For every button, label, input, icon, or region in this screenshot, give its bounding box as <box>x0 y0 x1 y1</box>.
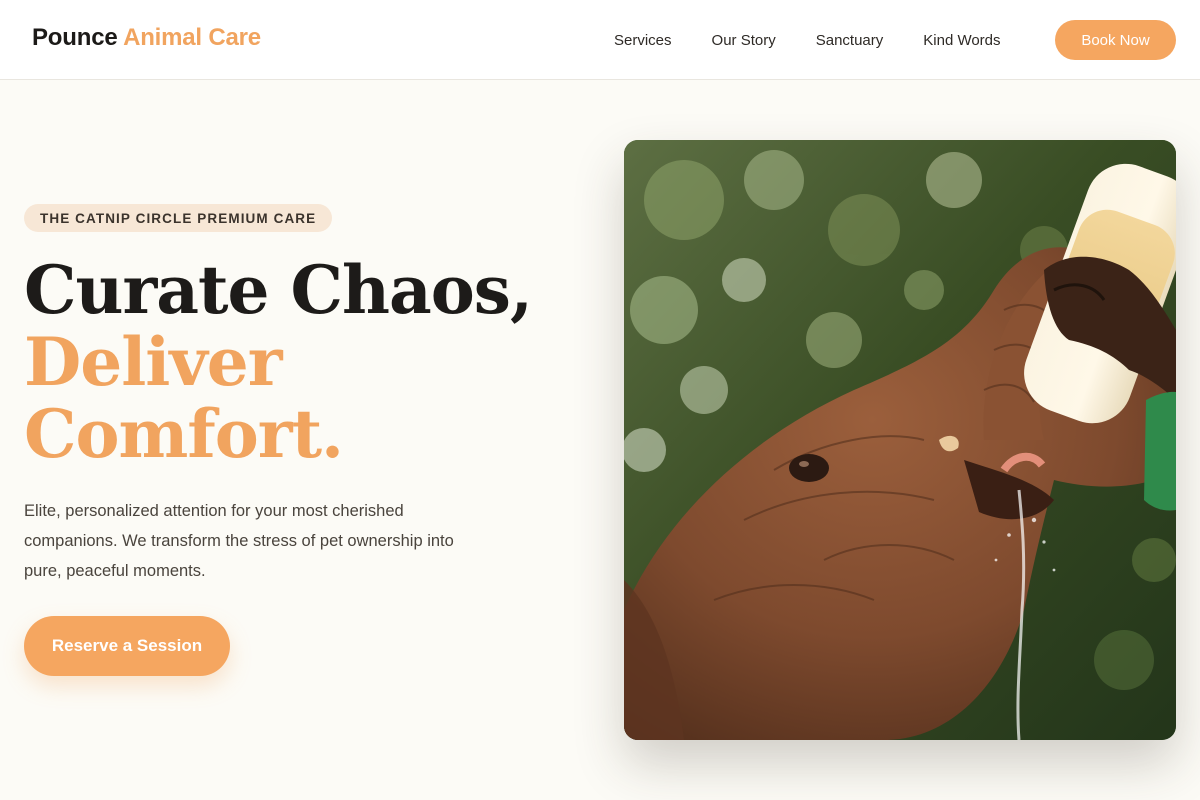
elephant-feeding-illustration <box>624 140 1176 740</box>
nav-link-kind-words[interactable]: Kind Words <box>923 32 1000 49</box>
hero-headline: Curate Chaos, Deliver Comfort. <box>24 251 533 473</box>
brand-logo[interactable]: Pounce Animal Care <box>32 24 261 52</box>
book-now-button[interactable]: Book Now <box>1055 20 1176 60</box>
nav-link-services[interactable]: Services <box>614 32 672 49</box>
site-header: Pounce Animal Care Services Our Story Sa… <box>0 0 1200 80</box>
reserve-session-button[interactable]: Reserve a Session <box>24 616 230 676</box>
main-nav: Services Our Story Sanctuary Kind Words <box>594 0 1021 80</box>
hero-description: Elite, personalized attention for your m… <box>24 502 454 580</box>
logo-accent-text: Animal Care <box>123 24 261 51</box>
hero-image <box>624 140 1176 740</box>
headline-line-2: Deliver <box>24 323 282 401</box>
nav-link-sanctuary[interactable]: Sanctuary <box>816 32 884 49</box>
headline-line-3: Comfort. <box>24 395 344 473</box>
headline-line-1: Curate Chaos, <box>24 251 533 329</box>
premium-care-badge: THE CATNIP CIRCLE PREMIUM CARE <box>24 204 333 232</box>
nav-link-our-story[interactable]: Our Story <box>712 32 776 49</box>
logo-main-text: Pounce <box>32 24 118 51</box>
